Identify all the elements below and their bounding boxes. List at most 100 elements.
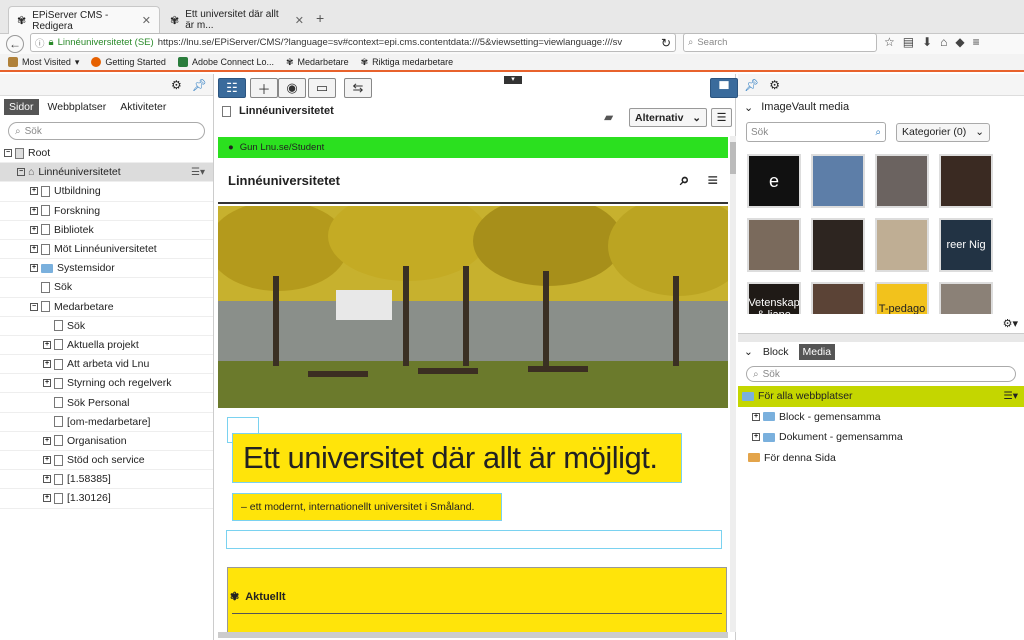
home-icon[interactable]: ⌂ [940,35,947,49]
image-thumbnail[interactable] [875,218,929,272]
expand-icon[interactable]: + [43,436,51,445]
expand-icon[interactable]: + [752,433,760,442]
image-thumbnail[interactable] [811,218,865,272]
expand-icon[interactable]: + [43,456,51,465]
categories-dropdown[interactable]: Kategorier (0) ⌄ [896,122,990,142]
page-search-input[interactable]: ⌕ Sök [8,122,205,140]
expand-icon[interactable]: + [43,494,51,503]
tree-item[interactable]: + Bibliotek [0,221,213,240]
bookmark-getting-started[interactable]: Getting Started [91,57,166,67]
image-thumbnail[interactable] [747,218,801,272]
media-search-input[interactable]: ⌕ Sök [746,366,1016,382]
tree-item[interactable]: + Utbildning [0,182,213,202]
image-thumbnail[interactable] [811,282,865,314]
url-bar[interactable]: ⓘ 🔒︎ Linnéuniversitetet (SE) https://lnu… [30,33,676,52]
collapse-icon[interactable]: − [17,168,25,177]
context-menu-icon[interactable]: ☰▾ [191,167,205,178]
empty-content-area[interactable] [226,530,722,549]
reload-icon[interactable]: ↻ [661,36,671,50]
bookmark-star-icon[interactable]: ☆ [884,35,895,49]
expand-icon[interactable]: + [30,264,38,273]
collapse-toolbar-icon[interactable]: ▾ [504,76,522,84]
image-thumbnail[interactable]: T-pedago [875,282,929,314]
context-menu-icon[interactable]: ☰▾ [1003,390,1018,402]
image-thumbnail[interactable] [939,154,993,208]
expand-icon[interactable]: + [30,187,38,196]
expand-icon[interactable]: + [752,412,760,421]
user-bar-text[interactable]: Gun Lnu.se/Student [240,142,325,153]
close-icon[interactable]: ✕ [142,14,151,27]
chevron-down-icon[interactable]: ⌄ [744,346,753,358]
tree-item[interactable]: + Styrning och regelverk [0,374,213,394]
search-icon[interactable]: ⌕ [680,170,690,190]
pin-icon[interactable]: 📌︎ [744,78,759,92]
media-tree-item[interactable]: För alla webbplatser ☰▾ [738,386,1024,407]
expand-icon[interactable]: + [30,245,38,254]
compare-button[interactable]: ⇆ [344,78,372,98]
tab-webbplatser[interactable]: Webbplatser [43,99,112,115]
bookmark-medarbetare[interactable]: ✾ Medarbetare [286,57,349,68]
options-dropdown[interactable]: Alternativ ⌄ [629,108,707,127]
view-settings-button[interactable]: ▭ [308,78,336,98]
tree-item[interactable]: + Organisation [0,432,213,451]
close-icon[interactable]: ✕ [295,14,304,27]
image-thumbnail[interactable]: reer Nig [939,218,993,272]
collapse-icon[interactable]: − [4,149,12,158]
new-tab-button[interactable]: + [316,10,324,26]
tree-item[interactable]: + Aktuella projekt [0,336,213,356]
assets-toggle-button[interactable]: ▀ [710,78,738,98]
reading-list-icon[interactable]: ▤ [903,35,914,49]
tree-item[interactable]: + Forskning [0,202,213,221]
image-thumbnail[interactable] [939,282,993,314]
expand-icon[interactable]: + [43,340,51,349]
tree-item[interactable]: + [1.58385] [0,470,213,490]
site-identity[interactable]: Linnéuniversitetet (SE) [58,37,154,48]
tree-item[interactable]: + [1.30126] [0,489,213,509]
tab-aktiviteter[interactable]: Aktiviteter [115,99,171,115]
subline[interactable]: – ett modernt, internationellt universit… [232,493,502,521]
site-name[interactable]: Linnéuniversitetet [228,173,340,188]
tree-item[interactable]: + Att arbeta vid Lnu [0,355,213,375]
tree-item[interactable]: − Medarbetare [0,298,213,317]
bookmark-riktiga-medarbetare[interactable]: ✾ Riktiga medarbetare [361,57,454,68]
image-thumbnail[interactable] [811,154,865,208]
expand-icon[interactable]: + [43,379,51,388]
horizontal-scrollbar[interactable] [218,632,728,638]
back-button[interactable]: ← [6,35,24,53]
collapse-icon[interactable]: − [30,302,38,311]
pin-icon[interactable]: 📌︎ [192,78,207,92]
preview-button[interactable]: ◉ [278,78,306,98]
media-tree-item[interactable]: + Dokument - gemensamma [738,427,1024,448]
image-thumbnail[interactable]: e [747,154,801,208]
list-view-button[interactable]: ☰ [711,108,732,127]
browser-tab-cms[interactable]: ✾ EPiServer CMS - Redigera ✕ [8,6,160,34]
tab-sidor[interactable]: Sidor [4,99,39,115]
url-text[interactable]: https://lnu.se/EPiServer/CMS/?language=s… [158,37,638,48]
gear-icon[interactable]: ⚙ [769,78,780,92]
expand-icon[interactable]: + [43,360,51,369]
comment-icon[interactable]: ▰ [604,110,613,124]
bookmark-most-visited[interactable]: Most Visited ▾ [8,57,79,68]
tab-media[interactable]: Media [798,344,836,360]
image-thumbnail[interactable]: Vetenskap & liane [747,282,801,314]
menu-icon[interactable]: ≡ [973,35,980,49]
add-button[interactable]: ＋ [250,78,278,98]
pocket-icon[interactable]: ◆ [955,35,964,49]
tab-block[interactable]: Block [759,344,793,360]
hamburger-menu-icon[interactable]: ≡ [707,170,718,191]
media-tree-item[interactable]: + Block - gemensamma [738,407,1024,428]
tree-item[interactable]: + Möt Linnéuniversitetet [0,240,213,260]
page-tree-toggle-button[interactable]: ☷ [218,78,246,98]
tree-item[interactable]: Sök [0,317,213,336]
tree-item[interactable]: + Stöd och service [0,451,213,471]
download-icon[interactable]: ⬇ [922,35,932,49]
browser-search-input[interactable]: ⌕ Search [683,33,877,52]
expand-icon[interactable]: + [43,475,51,484]
headline[interactable]: Ett universitet där allt är möjligt. [232,433,682,483]
bookmark-adobe-connect[interactable]: Adobe Connect Lo... [177,57,274,67]
expand-icon[interactable]: + [30,225,38,234]
tree-item[interactable]: Sök [0,278,213,298]
tree-item[interactable]: Sök Personal [0,393,213,413]
expand-icon[interactable]: + [30,206,38,215]
news-block[interactable]: ✾ Aktuellt [227,567,727,634]
